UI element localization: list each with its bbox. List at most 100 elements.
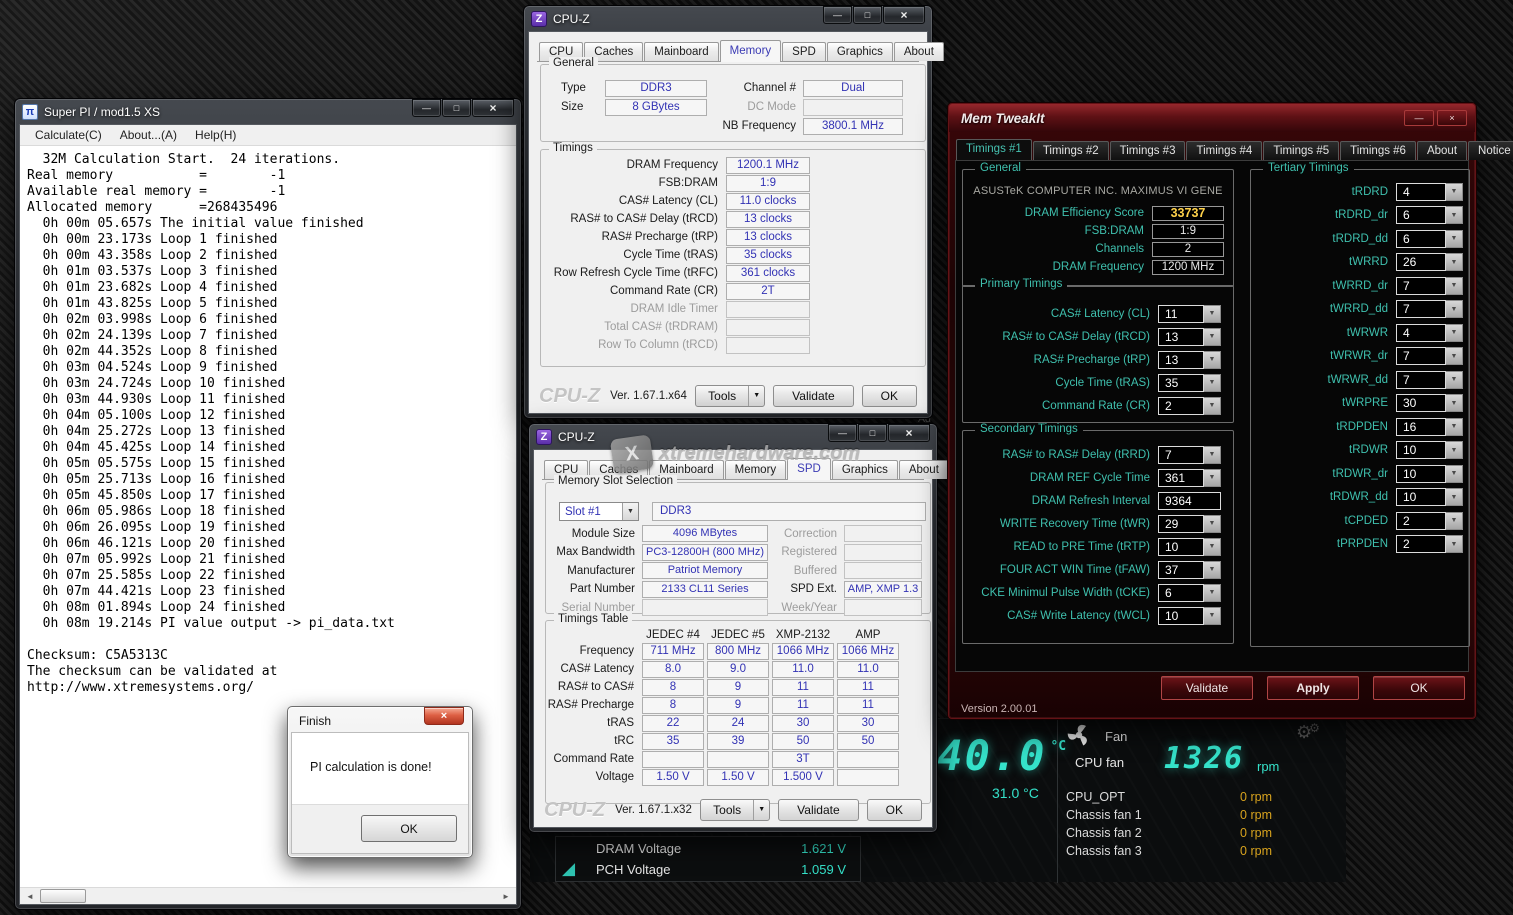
validate-button[interactable]: Validate [778, 799, 858, 821]
tab[interactable]: Memory [720, 40, 782, 62]
close-button[interactable]: × [888, 424, 930, 442]
cpuz-titlebar[interactable]: Z CPU-Z — □ × [528, 6, 928, 31]
tab[interactable]: Timings #1 [956, 139, 1032, 161]
tools-button[interactable]: Tools▼ [695, 385, 765, 407]
memtweakit-titlebar[interactable]: Mem TweakIt — × [949, 104, 1475, 132]
close-button[interactable]: × [424, 707, 464, 725]
slot-select[interactable]: Slot #1 ▼ [559, 502, 639, 521]
timing-value[interactable]: 2 [1158, 397, 1204, 415]
chevron-down-icon[interactable]: ▼ [1446, 324, 1463, 342]
chevron-down-icon[interactable]: ▼ [1204, 305, 1221, 323]
timing-value[interactable]: 35 [1158, 374, 1204, 392]
chevron-down-icon[interactable]: ▼ [1204, 374, 1221, 392]
scroll-thumb[interactable] [40, 889, 86, 903]
tab[interactable]: Timings #3 [1110, 141, 1186, 160]
maximize-button[interactable]: □ [442, 99, 471, 117]
tab[interactable]: About [899, 460, 949, 479]
tab[interactable]: Graphics [827, 42, 893, 61]
tab[interactable]: Timings #2 [1033, 141, 1109, 160]
timing-value[interactable]: 13 [1158, 328, 1204, 346]
minimize-button[interactable]: — [823, 6, 852, 24]
scroll-right-arrow[interactable]: ► [498, 888, 514, 904]
timing-value[interactable]: 4 [1396, 324, 1446, 342]
timing-value[interactable]: 26 [1396, 253, 1446, 271]
chevron-down-icon[interactable]: ▼ [1446, 535, 1463, 553]
chevron-down-icon[interactable]: ▼ [1204, 584, 1221, 602]
timing-value[interactable]: 10 [1396, 465, 1446, 483]
ok-button[interactable]: OK [867, 799, 922, 821]
tab[interactable]: Timings #5 [1263, 141, 1339, 160]
timing-value[interactable]: 7 [1396, 371, 1446, 389]
chevron-down-icon[interactable]: ▼ [1204, 607, 1221, 625]
timing-value[interactable]: 10 [1396, 441, 1446, 459]
tab[interactable]: Timings #4 [1186, 141, 1262, 160]
tab[interactable]: About [894, 42, 944, 61]
timing-value[interactable]: 7 [1396, 277, 1446, 295]
timing-value[interactable]: 6 [1396, 230, 1446, 248]
dialog-titlebar[interactable]: Finish × [291, 710, 469, 732]
timing-value[interactable]: 13 [1158, 351, 1204, 369]
close-button[interactable]: × [883, 6, 925, 24]
chevron-down-icon[interactable]: ▼ [622, 503, 638, 520]
timing-value[interactable]: 16 [1396, 418, 1446, 436]
chevron-down-icon[interactable]: ▼ [1204, 397, 1221, 415]
apply-button[interactable]: Apply [1267, 676, 1359, 700]
chevron-down-icon[interactable]: ▼ [1446, 465, 1463, 483]
timing-value[interactable]: 29 [1158, 515, 1204, 533]
tab[interactable]: Timings #6 [1340, 141, 1416, 160]
validate-button[interactable]: Validate [1161, 676, 1253, 700]
menu-item[interactable]: About...(A) [111, 128, 186, 142]
maximize-button[interactable]: □ [853, 6, 882, 24]
chevron-down-icon[interactable]: ▼ [1446, 206, 1463, 224]
validate-button[interactable]: Validate [773, 385, 853, 407]
timing-value[interactable]: 11 [1158, 305, 1204, 323]
close-button[interactable]: × [472, 99, 514, 117]
timing-value[interactable]: 7 [1158, 446, 1204, 464]
timing-value[interactable]: 37 [1158, 561, 1204, 579]
horizontal-scrollbar[interactable]: ◄ ► [20, 887, 516, 904]
tools-button[interactable]: Tools▼ [700, 799, 770, 821]
chevron-down-icon[interactable]: ▼ [1446, 371, 1463, 389]
ok-button[interactable]: OK [361, 815, 457, 842]
timing-value[interactable]: 7 [1396, 300, 1446, 318]
chevron-down-icon[interactable]: ▼ [1446, 230, 1463, 248]
chevron-down-icon[interactable]: ▼ [1204, 515, 1221, 533]
settings-gears[interactable]: ⚙⚙ [1296, 721, 1320, 743]
chevron-down-icon[interactable]: ▼ [1446, 441, 1463, 459]
timing-value[interactable]: 4 [1396, 183, 1446, 201]
chevron-down-icon[interactable]: ▼ [1204, 469, 1221, 487]
timing-value[interactable]: 6 [1158, 584, 1204, 602]
chevron-down-icon[interactable]: ▼ [1204, 561, 1221, 579]
maximize-button[interactable]: □ [858, 424, 887, 442]
chevron-down-icon[interactable]: ▼ [1204, 446, 1221, 464]
chevron-down-icon[interactable]: ▼ [1446, 253, 1463, 271]
timing-value[interactable]: 7 [1396, 347, 1446, 365]
ok-button[interactable]: OK [862, 385, 917, 407]
scroll-left-arrow[interactable]: ◄ [22, 888, 38, 904]
timing-value[interactable]: 2 [1396, 535, 1446, 553]
tab[interactable]: Mainboard [644, 42, 718, 61]
timing-value[interactable]: 361 [1158, 469, 1204, 487]
close-button[interactable]: × [1437, 110, 1467, 126]
minimize-button[interactable]: — [412, 99, 441, 117]
tab[interactable]: About [1417, 141, 1467, 160]
timing-value[interactable]: 10 [1158, 538, 1204, 556]
menu-item[interactable]: Calculate(C) [26, 128, 111, 142]
chevron-down-icon[interactable]: ▼ [1446, 512, 1463, 530]
chevron-down-icon[interactable]: ▼ [1446, 300, 1463, 318]
timing-value[interactable]: 30 [1396, 394, 1446, 412]
timing-value[interactable]: 2 [1396, 512, 1446, 530]
minimize-button[interactable]: — [1404, 110, 1434, 126]
chevron-down-icon[interactable]: ▼ [1446, 183, 1463, 201]
timing-value[interactable]: 10 [1396, 488, 1446, 506]
timing-value[interactable]: 6 [1396, 206, 1446, 224]
chevron-down-icon[interactable]: ▼ [1446, 488, 1463, 506]
timing-value[interactable]: 9364 [1158, 492, 1221, 510]
superpi-titlebar[interactable]: π Super PI / mod1.5 XS — □ × [19, 99, 517, 124]
chevron-down-icon[interactable]: ▼ [1204, 328, 1221, 346]
tools-dropdown-arrow[interactable]: ▼ [753, 800, 769, 820]
tools-dropdown-arrow[interactable]: ▼ [748, 386, 764, 406]
ok-button[interactable]: OK [1373, 676, 1465, 700]
chevron-down-icon[interactable]: ▼ [1204, 351, 1221, 369]
timing-value[interactable]: 10 [1158, 607, 1204, 625]
